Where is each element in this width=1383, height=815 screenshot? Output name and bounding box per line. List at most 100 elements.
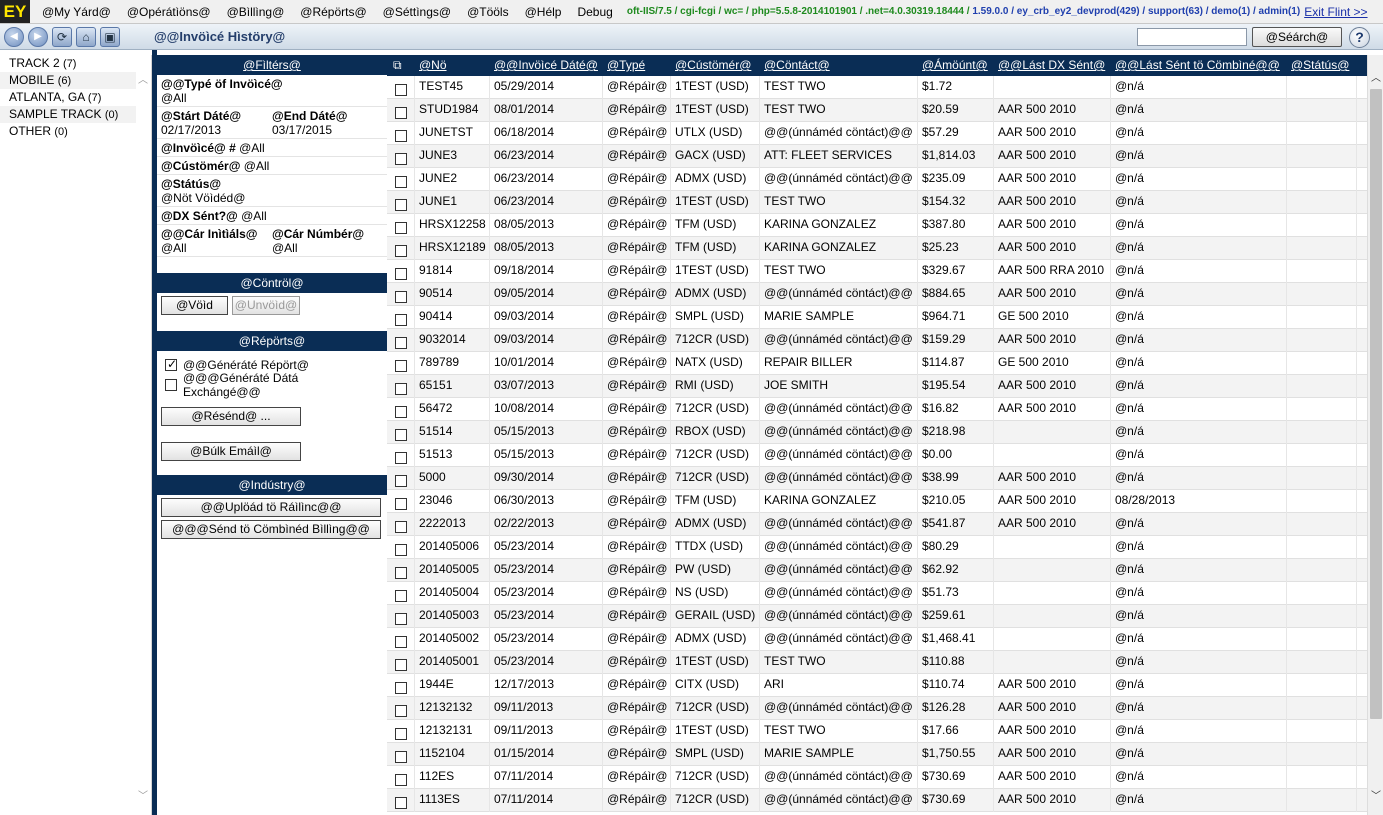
row-checkbox[interactable] <box>394 751 407 763</box>
row-checkbox[interactable] <box>394 613 407 625</box>
row-checkbox[interactable] <box>394 199 407 211</box>
table-row[interactable]: 51514 05/15/2013 @Répáìr@ RBOX (USD) @@(únná… <box>387 421 1367 444</box>
menu-reports[interactable]: @Répörts@ <box>300 5 366 19</box>
resend-button[interactable]: @Résénd@ ... <box>161 407 301 426</box>
table-row[interactable]: JUNETST 06/18/2014 @Répáìr@ UTLX (USD) @@(ún… <box>387 122 1367 145</box>
table-row[interactable]: 201405002 05/23/2014 @Répáìr@ ADMX (USD) @@(… <box>387 628 1367 651</box>
menu-operations[interactable]: @Opérátìöns@ <box>127 5 211 19</box>
col-header-status[interactable]: @Státús@ <box>1287 55 1357 76</box>
grid-scrollbar[interactable]: ︿ ﹀ <box>1367 55 1383 815</box>
table-row[interactable]: 1152104 01/15/2014 @Répáìr@ SMPL (USD) MARIE… <box>387 743 1367 766</box>
table-row[interactable]: 90514 09/05/2014 @Répáìr@ ADMX (USD) @@(únná… <box>387 283 1367 306</box>
row-checkbox[interactable] <box>394 544 407 556</box>
col-header-last-sent-combine[interactable]: @@Lást Sént tö Cömbìné@@ <box>1111 55 1287 76</box>
unvoid-button[interactable]: @Unvöìd@ <box>232 296 300 315</box>
table-row[interactable]: 201405006 05/23/2014 @Répáìr@ TTDX (USD) @@(… <box>387 536 1367 559</box>
filter-invoice-type[interactable]: @@Typé öf Invöìcé@ @All <box>157 75 387 107</box>
menu-billing[interactable]: @Bìllìng@ <box>227 5 285 19</box>
row-checkbox[interactable] <box>394 475 407 487</box>
table-row[interactable]: 91814 09/18/2014 @Répáìr@ 1TEST (USD) TEST T… <box>387 260 1367 283</box>
table-row[interactable]: TEST45 05/29/2014 @Répáìr@ 1TEST (USD) TEST … <box>387 76 1367 99</box>
table-row[interactable]: 201405003 05/23/2014 @Répáìr@ GERAIL (USD) @… <box>387 605 1367 628</box>
void-button[interactable]: @Vöìd <box>161 296 228 315</box>
exit-flint-link[interactable]: Exit Flint >> <box>1304 5 1367 19</box>
row-checkbox[interactable] <box>394 130 407 142</box>
filter-car-initials[interactable]: @@Cár Inìtìáls@ @All <box>161 227 272 255</box>
table-row[interactable]: 9032014 09/03/2014 @Répáìr@ 712CR (USD) @@(ú… <box>387 329 1367 352</box>
menu-help[interactable]: @Hélp <box>525 5 562 19</box>
track-item[interactable]: SAMPLE TRACK (0) <box>0 106 136 123</box>
table-row[interactable]: 201405005 05/23/2014 @Répáìr@ PW (USD) @@(ún… <box>387 559 1367 582</box>
table-row[interactable]: JUNE3 06/23/2014 @Répáìr@ GACX (USD) ATT: FL… <box>387 145 1367 168</box>
row-checkbox[interactable] <box>394 521 407 533</box>
scroll-down-icon[interactable]: ﹀ <box>1371 787 1381 802</box>
scroll-up-icon[interactable]: ︿ <box>1371 69 1381 84</box>
filter-car[interactable]: @@Cár Inìtìáls@ @All @Cár Númbér@ @All <box>157 225 387 257</box>
table-row[interactable]: 51513 05/15/2013 @Répáìr@ 712CR (USD) @@(únn… <box>387 444 1367 467</box>
upload-railinc-button[interactable]: @@Uplöád tö Ráìlìnc@@ <box>161 498 381 517</box>
row-checkbox[interactable] <box>394 268 407 280</box>
table-row[interactable]: 90414 09/03/2014 @Répáìr@ SMPL (USD) MARIE S… <box>387 306 1367 329</box>
table-row[interactable]: STUD1984 08/01/2014 @Répáìr@ 1TEST (USD) TES… <box>387 99 1367 122</box>
table-row[interactable]: 1113ES 07/11/2014 @Répáìr@ 712CR (USD) @@(ún… <box>387 789 1367 812</box>
table-row[interactable]: 56472 10/08/2014 @Répáìr@ 712CR (USD) @@(únn… <box>387 398 1367 421</box>
filter-status[interactable]: @Státús@ @Nöt Vöìdéd@ <box>157 175 387 207</box>
generate-report-checkbox[interactable] <box>165 357 177 371</box>
row-checkbox[interactable] <box>394 107 407 119</box>
table-row[interactable]: 23046 06/30/2013 @Répáìr@ TFM (USD) KARINA G… <box>387 490 1367 513</box>
table-row[interactable]: 2222013 02/22/2013 @Répáìr@ ADMX (USD) @@(ún… <box>387 513 1367 536</box>
table-row[interactable]: HRSX12189 08/05/2013 @Répáìr@ TFM (USD) KARI… <box>387 237 1367 260</box>
col-header-contact[interactable]: @Cöntáct@ <box>760 55 918 76</box>
track-item[interactable]: TRACK 2 (7) <box>0 55 136 72</box>
table-row[interactable]: 201405001 05/23/2014 @Répáìr@ 1TEST (USD) TE… <box>387 651 1367 674</box>
filter-dx-sent[interactable]: @DX Sént?@ @All <box>157 207 387 225</box>
row-checkbox[interactable] <box>394 314 407 326</box>
col-header-type[interactable]: @Typé <box>603 55 671 76</box>
col-header-amount[interactable]: @Ámöúnt@ <box>918 55 994 76</box>
filters-header[interactable]: @Fìltérs@ <box>157 55 387 75</box>
row-checkbox[interactable] <box>394 774 407 786</box>
table-row[interactable]: 5000 09/30/2014 @Répáìr@ 712CR (USD) @@(únná… <box>387 467 1367 490</box>
search-button[interactable]: @Séárch@ <box>1252 27 1342 47</box>
row-checkbox[interactable] <box>394 429 407 441</box>
table-row[interactable]: 12132131 09/11/2013 @Répáìr@ 1TEST (USD) TES… <box>387 720 1367 743</box>
row-checkbox[interactable] <box>394 222 407 234</box>
select-all-icon[interactable]: ⧉ <box>387 55 415 76</box>
menu-settings[interactable]: @Séttìngs@ <box>383 5 451 19</box>
row-checkbox[interactable] <box>394 567 407 579</box>
generate-data-exchange-checkbox[interactable] <box>165 379 177 391</box>
col-header-last-dx-sent[interactable]: @@Lást DX Sént@ <box>994 55 1111 76</box>
row-checkbox[interactable] <box>394 291 407 303</box>
filter-invoice-number[interactable]: @Invöìcé@ # @All <box>157 139 387 157</box>
row-checkbox[interactable] <box>394 176 407 188</box>
row-checkbox[interactable] <box>394 636 407 648</box>
table-row[interactable]: 1944E 12/17/2013 @Répáìr@ CITX (USD) ARI $110… <box>387 674 1367 697</box>
scroll-up-icon[interactable]: ︿ <box>138 71 148 86</box>
row-checkbox[interactable] <box>394 245 407 257</box>
search-input[interactable] <box>1137 28 1247 46</box>
generate-data-exchange-option[interactable]: @@@Généráté Dátá Exchángé@@ <box>157 371 387 399</box>
table-row[interactable]: 12132132 09/11/2013 @Répáìr@ 712CR (USD) @@(… <box>387 697 1367 720</box>
row-checkbox[interactable] <box>394 337 407 349</box>
row-checkbox[interactable] <box>394 452 407 464</box>
scroll-thumb[interactable] <box>1370 89 1382 719</box>
col-header-customer[interactable]: @Cústömér@ <box>671 55 760 76</box>
track-item[interactable]: MOBILE (6) <box>0 72 136 89</box>
table-row[interactable]: 65151 03/07/2013 @Répáìr@ RMI (USD) JOE SMIT… <box>387 375 1367 398</box>
scroll-down-icon[interactable]: ﹀ <box>138 787 148 802</box>
menu-my-yard[interactable]: @My Yárd@ <box>42 5 111 19</box>
menu-debug[interactable]: Debug <box>577 5 612 19</box>
table-row[interactable]: 201405004 05/23/2014 @Répáìr@ NS (USD) @@(ún… <box>387 582 1367 605</box>
filter-end-date[interactable]: @End Dáté@ 03/17/2015 <box>272 109 383 137</box>
row-checkbox[interactable] <box>394 153 407 165</box>
row-checkbox[interactable] <box>394 705 407 717</box>
filter-car-number[interactable]: @Cár Númbér@ @All <box>272 227 383 255</box>
table-row[interactable]: JUNE1 06/23/2014 @Répáìr@ 1TEST (USD) TEST T… <box>387 191 1367 214</box>
table-row[interactable]: JUNE2 06/23/2014 @Répáìr@ ADMX (USD) @@(únná… <box>387 168 1367 191</box>
home-icon[interactable]: ⌂ <box>76 26 96 47</box>
row-checkbox[interactable] <box>394 797 407 809</box>
row-checkbox[interactable] <box>394 498 407 510</box>
filter-start-date[interactable]: @Stárt Dáté@ 02/17/2013 <box>161 109 272 137</box>
forward-icon[interactable]: ▶ <box>28 26 48 47</box>
row-checkbox[interactable] <box>394 406 407 418</box>
